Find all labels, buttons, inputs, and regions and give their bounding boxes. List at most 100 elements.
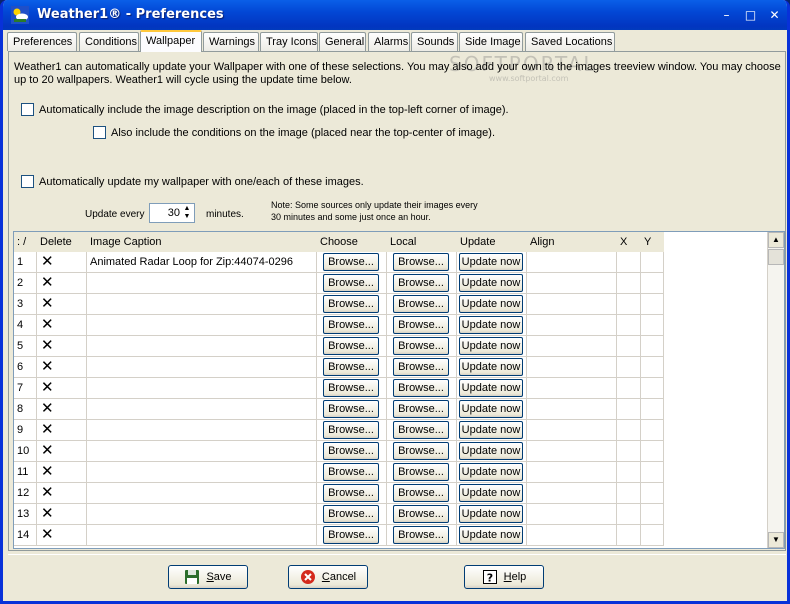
include-description-checkbox[interactable] [21,103,34,116]
delete-x-icon[interactable]: ✕ [37,420,54,438]
align-cell[interactable] [527,441,617,462]
x-cell[interactable] [617,483,641,504]
update-now-button[interactable]: Update now [459,358,523,376]
choose-browse-button[interactable]: Browse... [323,316,379,334]
align-cell[interactable] [527,315,617,336]
update-now-button[interactable]: Update now [459,253,523,271]
x-cell[interactable] [617,462,641,483]
choose-browse-button[interactable]: Browse... [323,379,379,397]
update-now-button[interactable]: Update now [459,442,523,460]
image-caption-cell[interactable] [87,420,317,441]
local-browse-button[interactable]: Browse... [393,526,449,544]
tab-warnings[interactable]: Warnings [203,32,259,51]
y-cell[interactable] [641,378,664,399]
image-caption-cell[interactable] [87,441,317,462]
local-browse-button[interactable]: Browse... [393,484,449,502]
delete-x-icon[interactable]: ✕ [37,399,54,417]
table-row[interactable]: 13 ✕ Browse... Browse... Update now [14,504,664,525]
table-row[interactable]: 5 ✕ Browse... Browse... Update now [14,336,664,357]
delete-x-icon[interactable]: ✕ [37,252,54,270]
update-now-button[interactable]: Update now [459,379,523,397]
choose-browse-button[interactable]: Browse... [323,358,379,376]
tab-tray-icons[interactable]: Tray Icons [260,32,318,51]
x-cell[interactable] [617,399,641,420]
include-conditions-option[interactable]: Also include the conditions on the image… [93,126,495,139]
col-header-choose[interactable]: Choose [317,232,385,252]
x-cell[interactable] [617,504,641,525]
local-browse-button[interactable]: Browse... [393,379,449,397]
delete-x-icon[interactable]: ✕ [37,294,54,312]
x-cell[interactable] [617,252,641,273]
tab-conditions[interactable]: Conditions [79,32,139,51]
local-browse-button[interactable]: Browse... [393,442,449,460]
include-description-option[interactable]: Automatically include the image descript… [21,103,509,116]
spin-up-icon[interactable]: ▲ [182,205,192,213]
y-cell[interactable] [641,273,664,294]
local-browse-button[interactable]: Browse... [393,400,449,418]
choose-browse-button[interactable]: Browse... [323,421,379,439]
table-row[interactable]: 10 ✕ Browse... Browse... Update now [14,441,664,462]
tab-wallpaper[interactable]: Wallpaper [140,30,202,52]
delete-x-icon[interactable]: ✕ [37,483,54,501]
tab-alarms[interactable]: Alarms [368,32,410,51]
local-browse-button[interactable]: Browse... [393,295,449,313]
update-now-button[interactable]: Update now [459,526,523,544]
align-cell[interactable] [527,504,617,525]
y-cell[interactable] [641,525,664,546]
image-caption-cell[interactable] [87,483,317,504]
delete-x-icon[interactable]: ✕ [37,441,54,459]
y-cell[interactable] [641,315,664,336]
image-caption-cell[interactable]: Animated Radar Loop for Zip:44074-0296 [87,252,317,273]
close-icon[interactable]: ✕ [764,5,785,26]
choose-browse-button[interactable]: Browse... [323,400,379,418]
image-caption-cell[interactable] [87,378,317,399]
image-caption-cell[interactable] [87,315,317,336]
table-row[interactable]: 6 ✕ Browse... Browse... Update now [14,357,664,378]
tab-sounds[interactable]: Sounds [411,32,458,51]
y-cell[interactable] [641,336,664,357]
wallpaper-grid[interactable]: : / Delete Image Caption Choose Local Up… [13,231,785,549]
delete-x-icon[interactable]: ✕ [37,336,54,354]
x-cell[interactable] [617,525,641,546]
update-interval-value[interactable]: 30 [150,207,180,219]
delete-x-icon[interactable]: ✕ [37,357,54,375]
local-browse-button[interactable]: Browse... [393,337,449,355]
choose-browse-button[interactable]: Browse... [323,463,379,481]
table-row[interactable]: 1 ✕ Animated Radar Loop for Zip:44074-0296… [14,252,664,273]
choose-browse-button[interactable]: Browse... [323,274,379,292]
grid-vertical-scrollbar[interactable]: ▲ ▼ [767,232,784,548]
update-now-button[interactable]: Update now [459,463,523,481]
table-row[interactable]: 14 ✕ Browse... Browse... Update now [14,525,664,546]
align-cell[interactable] [527,399,617,420]
image-caption-cell[interactable] [87,504,317,525]
delete-x-icon[interactable]: ✕ [37,525,54,543]
minimize-icon[interactable]: – [716,5,737,26]
maximize-icon[interactable]: □ [740,5,761,26]
table-row[interactable]: 3 ✕ Browse... Browse... Update now [14,294,664,315]
spin-arrows[interactable]: ▲ ▼ [182,205,192,221]
x-cell[interactable] [617,315,641,336]
update-now-button[interactable]: Update now [459,337,523,355]
local-browse-button[interactable]: Browse... [393,253,449,271]
update-now-button[interactable]: Update now [459,505,523,523]
choose-browse-button[interactable]: Browse... [323,253,379,271]
save-button[interactable]: Save [168,565,248,589]
table-row[interactable]: 12 ✕ Browse... Browse... Update now [14,483,664,504]
title-bar[interactable]: Weather1® - Preferences – □ ✕ [3,0,787,30]
image-caption-cell[interactable] [87,294,317,315]
tab-side-image[interactable]: Side Image [459,32,523,51]
auto-update-option[interactable]: Automatically update my wallpaper with o… [21,175,364,188]
delete-x-icon[interactable]: ✕ [37,315,54,333]
align-cell[interactable] [527,462,617,483]
update-now-button[interactable]: Update now [459,274,523,292]
align-cell[interactable] [527,357,617,378]
update-now-button[interactable]: Update now [459,484,523,502]
help-button[interactable]: ? Help [464,565,544,589]
table-row[interactable]: 9 ✕ Browse... Browse... Update now [14,420,664,441]
x-cell[interactable] [617,294,641,315]
image-caption-cell[interactable] [87,336,317,357]
local-browse-button[interactable]: Browse... [393,463,449,481]
col-header-x[interactable]: X [617,232,639,252]
y-cell[interactable] [641,420,664,441]
col-header-num[interactable]: : / [14,232,36,252]
